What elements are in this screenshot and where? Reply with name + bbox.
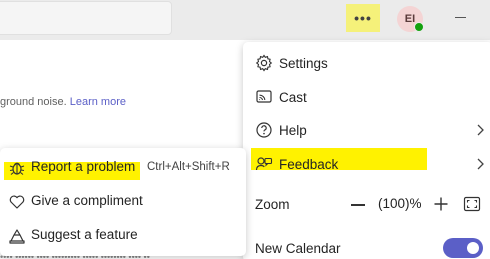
new-calendar-toggle[interactable]: [443, 238, 483, 258]
submenu-item-report-problem[interactable]: Report a problem Ctrl+Alt+Shift+R: [0, 152, 246, 184]
more-options-menu: Settings Cast Help Feedback Zoom (100)%: [243, 42, 490, 259]
suggest-feature-label: Suggest a feature: [31, 227, 138, 242]
chevron-right-icon: [475, 157, 485, 171]
submenu-item-give-compliment[interactable]: Give a compliment: [0, 186, 246, 218]
menu-item-help[interactable]: Help: [243, 114, 490, 146]
learn-more-link[interactable]: Learn more: [70, 96, 126, 108]
menu-item-feedback[interactable]: Feedback: [243, 148, 490, 180]
menu-item-help-label: Help: [279, 122, 307, 138]
avatar-initials: EI: [404, 13, 416, 25]
menu-item-feedback-label: Feedback: [279, 156, 339, 172]
feedback-submenu: Report a problem Ctrl+Alt+Shift+R Give a…: [0, 148, 246, 256]
minimize-icon[interactable]: [455, 17, 466, 18]
submenu-item-suggest-feature[interactable]: Suggest a feature: [0, 220, 246, 252]
more-options-label: •••: [354, 10, 372, 26]
zoom-value: (100)%: [378, 196, 422, 211]
zoom-out-button[interactable]: [351, 204, 365, 206]
background-partial-text: ground noise.: [0, 96, 67, 108]
report-problem-label: Report a problem: [31, 159, 136, 174]
search-input[interactable]: [0, 1, 172, 35]
cast-icon: [255, 88, 273, 106]
report-shortcut: Ctrl+Alt+Shift+R: [147, 161, 230, 173]
more-options-button[interactable]: •••: [346, 4, 380, 32]
new-calendar-label: New Calendar: [255, 240, 341, 256]
feedback-icon: [255, 155, 273, 173]
gear-icon: [255, 54, 273, 72]
help-icon: [255, 121, 273, 139]
zoom-in-button[interactable]: [433, 196, 449, 212]
presence-available-icon: [414, 22, 424, 32]
menu-item-cast-label: Cast: [279, 89, 307, 105]
zoom-fit-icon[interactable]: [463, 196, 481, 212]
title-bar: ••• EI: [0, 0, 490, 40]
chevron-right-icon: [475, 123, 485, 137]
heart-icon: [8, 193, 26, 211]
menu-item-settings-label: Settings: [279, 55, 328, 71]
menu-item-zoom: Zoom: [243, 188, 490, 220]
menu-item-cast[interactable]: Cast: [243, 81, 490, 113]
zoom-label: Zoom: [255, 196, 290, 212]
bug-icon: [8, 159, 26, 177]
give-compliment-label: Give a compliment: [31, 193, 143, 208]
suggest-feature-icon: [8, 227, 26, 245]
toggle-knob: [467, 242, 479, 254]
menu-item-settings[interactable]: Settings: [243, 47, 490, 79]
background-text: ground noise. Learn more: [0, 96, 126, 108]
